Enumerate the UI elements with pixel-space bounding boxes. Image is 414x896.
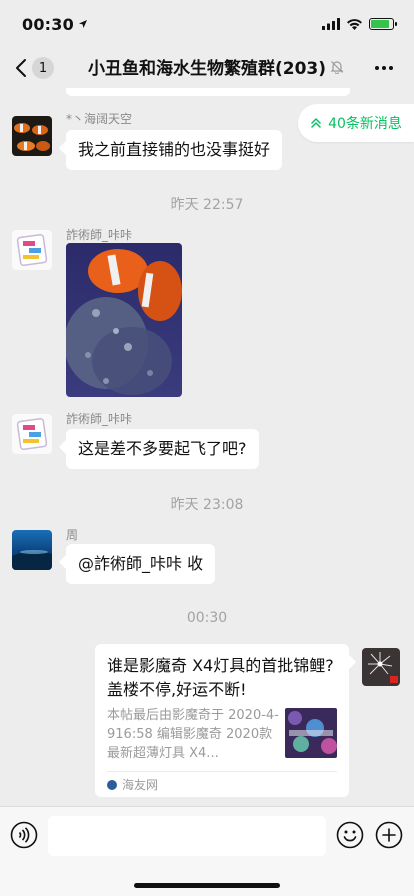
chat-title-text: 小丑鱼和海水生物繁殖群(203)	[87, 59, 327, 79]
status-indicators	[322, 18, 397, 30]
more-actions-button[interactable]	[375, 821, 403, 853]
message-bubble[interactable]: 我之前直接铺的也没事挺好	[66, 130, 283, 170]
nav-bar: 1 小丑鱼和海水生物繁殖群(203)	[0, 48, 414, 88]
status-bar: 00:30	[0, 0, 414, 48]
bell-muted-icon	[330, 60, 344, 74]
message-bubble[interactable]: 这是差不多要起飞了吧?	[66, 429, 259, 469]
avatar[interactable]	[12, 230, 52, 270]
previous-message-bubble-edge	[66, 88, 350, 96]
plus-icon	[375, 821, 403, 849]
avatar[interactable]	[12, 530, 52, 570]
link-card-footer: 海友网	[107, 771, 337, 797]
sender-name: 詐術師_咔咔	[66, 228, 133, 242]
coral-thumbnail-image	[285, 708, 337, 758]
link-card-thumbnail	[285, 708, 337, 758]
source-logo-icon	[107, 779, 117, 790]
sender-name: 周	[66, 528, 79, 542]
timestamp: 昨天 22:57	[170, 197, 244, 213]
avatar[interactable]	[12, 116, 52, 156]
link-card-title: 谁是影魔奇 X4灯具的首批锦鲤?盖楼不停,好运不断!	[107, 656, 334, 699]
timestamp: 00:30	[186, 610, 228, 626]
new-messages-button[interactable]: 40条新消息	[298, 104, 414, 142]
timestamp: 昨天 23:08	[170, 497, 244, 513]
new-messages-label: 40条新消息	[328, 116, 402, 132]
double-chevron-up-icon	[311, 118, 321, 128]
battery-icon	[369, 18, 397, 30]
sender-name: 詐術師_咔咔	[66, 412, 133, 426]
ocean-avatar-image	[12, 530, 52, 570]
link-card-body: 本帖最后由影魔奇于 2020-4-916:58 编辑影魔奇 2020款最新超薄灯…	[107, 706, 337, 763]
emoji-icon	[336, 821, 364, 849]
home-indicator	[134, 883, 280, 888]
link-card[interactable]: 谁是影魔奇 X4灯具的首批锦鲤?盖楼不停,好运不断! 本帖最后由影魔奇于 202…	[95, 644, 349, 797]
back-button[interactable]: 1	[14, 52, 54, 84]
wifi-icon	[347, 19, 362, 30]
clownfish-anemone-photo	[66, 243, 182, 397]
voice-icon	[10, 821, 38, 849]
link-card-description: 本帖最后由影魔奇于 2020-4-916:58 编辑影魔奇 2020款最新超薄灯…	[107, 708, 279, 761]
sticker-avatar-image	[12, 414, 52, 454]
location-arrow-icon	[78, 20, 87, 28]
sender-name: *丶海阔天空	[66, 112, 133, 126]
sticker-avatar-image	[12, 230, 52, 270]
message-list[interactable]: 40条新消息 *丶海阔天空 我之前直接铺的也没事挺好 昨天 22:57 詐術師_…	[0, 88, 414, 806]
more-options-button[interactable]	[374, 56, 394, 84]
message-input[interactable]	[48, 816, 326, 856]
emoji-button[interactable]	[336, 821, 364, 853]
image-message[interactable]	[66, 243, 182, 397]
more-dots-icon	[375, 66, 393, 70]
fireworks-avatar-image	[362, 648, 400, 686]
chat-title[interactable]: 小丑鱼和海水生物繁殖群(203)	[86, 54, 346, 79]
my-avatar[interactable]	[362, 648, 400, 686]
unread-count-badge: 1	[32, 57, 54, 79]
avatar[interactable]	[12, 414, 52, 454]
voice-button[interactable]	[10, 821, 38, 853]
status-time: 00:30	[22, 15, 88, 34]
link-card-source: 海友网	[122, 778, 159, 792]
battery-level	[371, 20, 389, 28]
input-bar	[0, 806, 414, 896]
chevron-left-icon	[16, 59, 26, 77]
message-bubble[interactable]: @詐術師_咔咔 收	[66, 544, 216, 584]
status-time-text: 00:30	[22, 14, 74, 34]
clownfish-photo-image	[12, 116, 52, 156]
cellular-signal-icon	[322, 18, 340, 30]
